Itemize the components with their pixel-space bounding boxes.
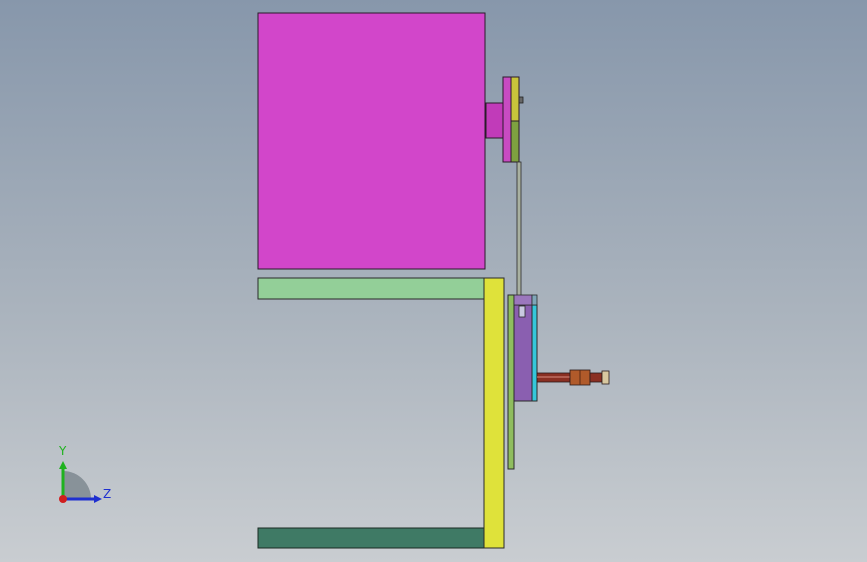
model-view[interactable]: Y Z: [0, 0, 867, 562]
z-axis-arrow: [94, 495, 102, 503]
pulley-lower-green[interactable]: [510, 120, 520, 163]
z-axis-label: Z: [103, 487, 111, 501]
lower-arm[interactable]: [257, 527, 485, 549]
belt-slot[interactable]: [518, 305, 526, 318]
pulley-flange-magenta[interactable]: [502, 76, 512, 163]
triad-quarter-disc: [63, 471, 91, 499]
motor-hub[interactable]: [485, 102, 504, 139]
shaft-tip[interactable]: [589, 372, 603, 383]
upright-column[interactable]: [483, 277, 505, 549]
cyan-plate-top[interactable]: [531, 294, 538, 306]
belt-rod[interactable]: [516, 161, 522, 313]
tip-nut[interactable]: [601, 370, 610, 385]
y-axis-label: Y: [58, 444, 67, 458]
x-axis-dot: [59, 495, 67, 503]
y-axis-arrow: [59, 461, 67, 469]
cad-viewport[interactable]: Y Z: [0, 0, 867, 562]
upper-arm[interactable]: [257, 277, 485, 300]
slide-block[interactable]: [513, 304, 533, 402]
pulley-nut[interactable]: [518, 96, 524, 104]
coordinate-triad: Y Z: [58, 444, 111, 503]
motor-body[interactable]: [257, 12, 486, 270]
cyan-plate[interactable]: [531, 304, 538, 402]
pulley-upper-yellow[interactable]: [510, 76, 520, 122]
mount-plate[interactable]: [507, 294, 515, 470]
slide-block-cap[interactable]: [513, 294, 533, 306]
